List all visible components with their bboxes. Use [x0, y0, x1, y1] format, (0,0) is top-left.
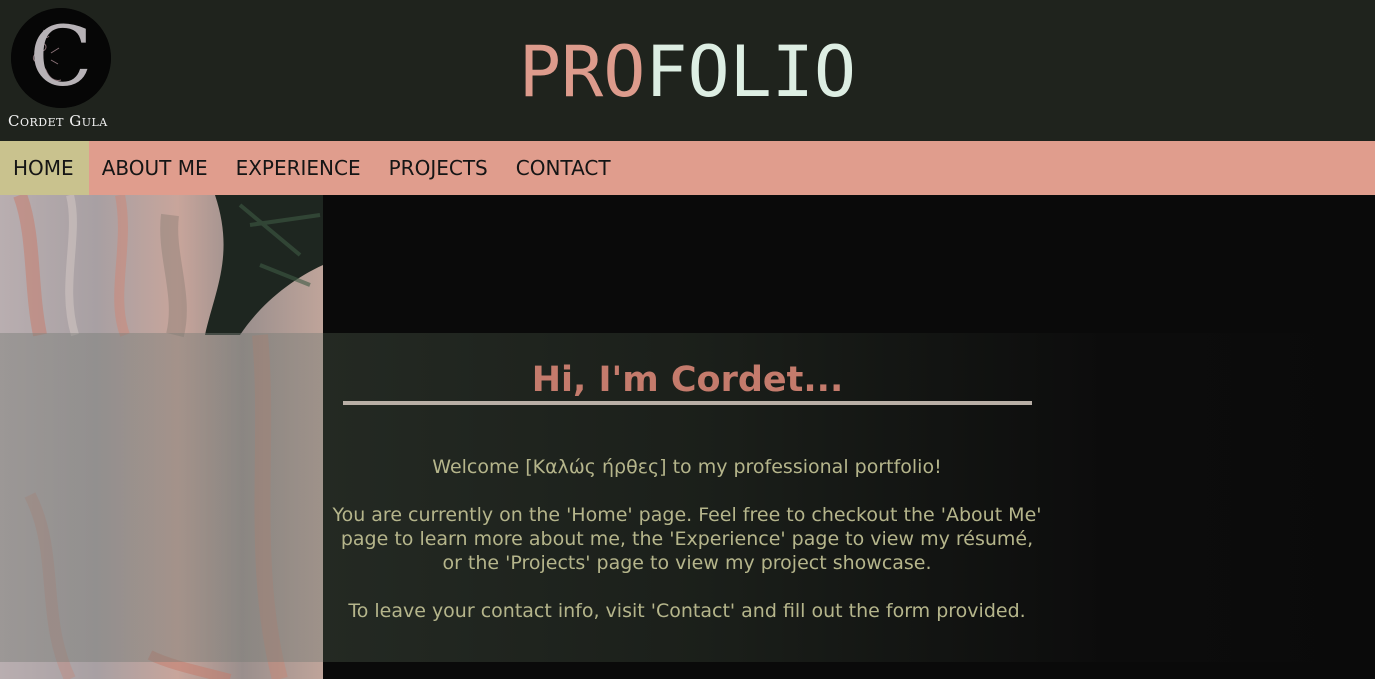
- title-part-folio: FOLIO: [645, 31, 857, 113]
- info-line-2: page to learn more about me, the 'Experi…: [340, 528, 1034, 550]
- heading-divider: [343, 401, 1032, 405]
- nav-item-projects[interactable]: PROJECTS: [376, 141, 503, 195]
- nav-item-contact[interactable]: CONTACT: [503, 141, 626, 195]
- greeting-heading: Hi, I'm Cordet...: [531, 360, 844, 400]
- info-line-3: or the 'Projects' page to view my projec…: [442, 552, 932, 574]
- nav-item-experience[interactable]: EXPERIENCE: [223, 141, 376, 195]
- nav-item-about-me[interactable]: ABOUT ME: [89, 141, 223, 195]
- nav-item-home[interactable]: HOME: [0, 141, 89, 195]
- site-title: PROFOLIO: [0, 30, 1375, 114]
- welcome-text: Welcome [Καλώς ήρθες] to my professional…: [432, 456, 942, 478]
- logo-name: Cordet Gula: [8, 112, 108, 130]
- main-nav: HOME ABOUT ME EXPERIENCE PROJECTS CONTAC…: [0, 141, 1375, 195]
- title-part-pro: PRO: [518, 31, 646, 113]
- contact-instructions: To leave your contact info, visit 'Conta…: [348, 600, 1026, 622]
- info-line-1: You are currently on the 'Home' page. Fe…: [332, 504, 1042, 526]
- site-header: C Cordet Gula PROFOLIO: [0, 0, 1375, 141]
